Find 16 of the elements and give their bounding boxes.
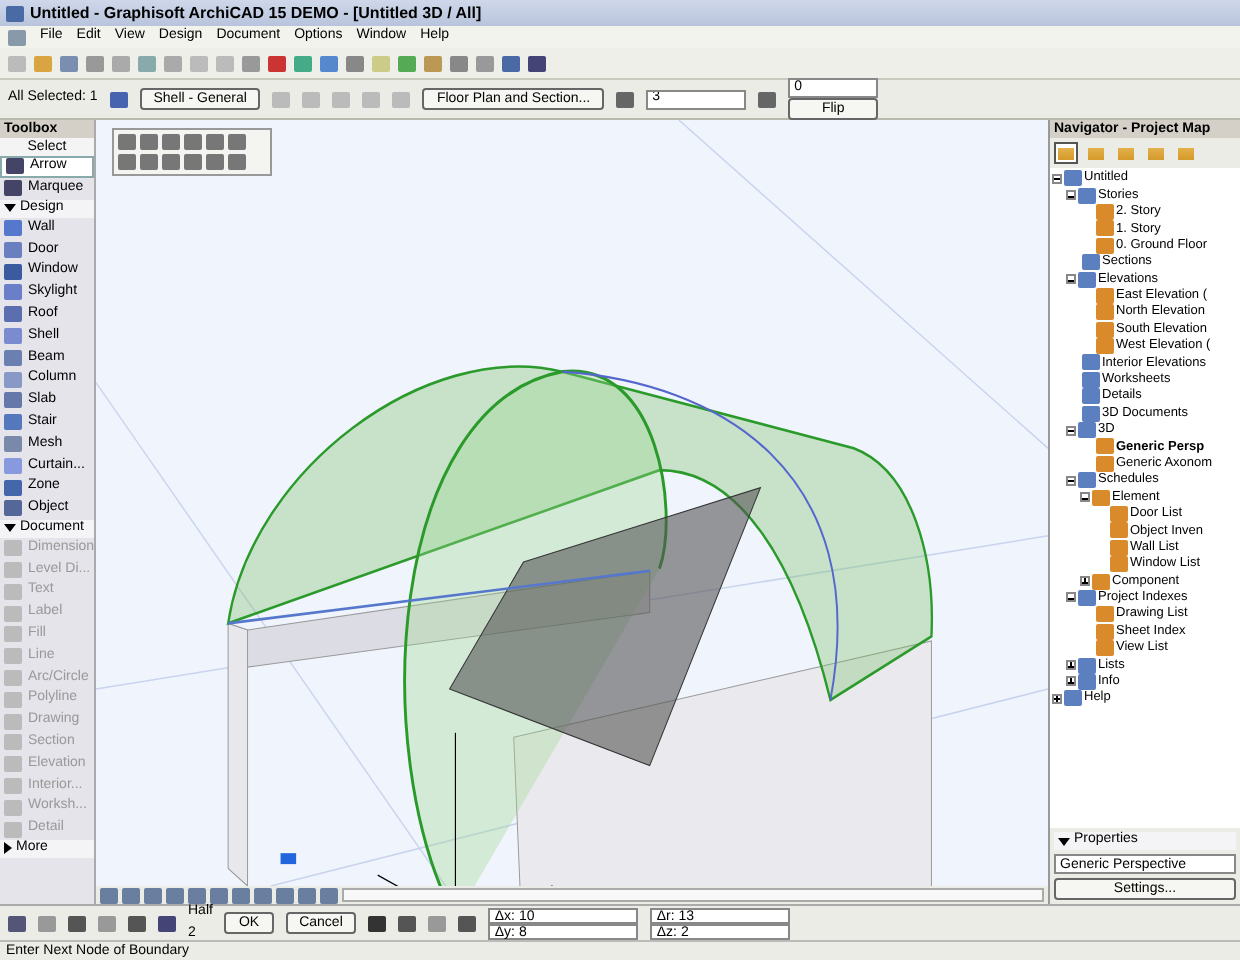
expand-toggle-icon[interactable] xyxy=(1080,576,1090,587)
window-title: Untitled - Graphisoft ArchiCAD 15 DEMO - [Untitled 3D / All] xyxy=(30,1,482,25)
expand-toggle-icon[interactable] xyxy=(1052,173,1062,184)
expand-toggle-icon[interactable] xyxy=(1080,492,1090,503)
expand-toggle-icon[interactable] xyxy=(1066,475,1076,486)
expand-toggle-icon[interactable] xyxy=(1066,274,1076,285)
app-logo-icon xyxy=(6,5,24,21)
folder-tab-icon[interactable] xyxy=(1054,142,1078,164)
expand-toggle-icon[interactable] xyxy=(1052,693,1062,704)
document-icon xyxy=(8,29,26,45)
expand-toggle-icon[interactable] xyxy=(1066,592,1076,603)
scroll-bar[interactable] xyxy=(342,888,1044,902)
expand-toggle-icon[interactable] xyxy=(1066,676,1076,687)
expand-toggle-icon[interactable] xyxy=(1066,660,1076,671)
expand-toggle-icon[interactable] xyxy=(1066,190,1076,201)
expand-toggle-icon[interactable] xyxy=(1066,425,1076,436)
